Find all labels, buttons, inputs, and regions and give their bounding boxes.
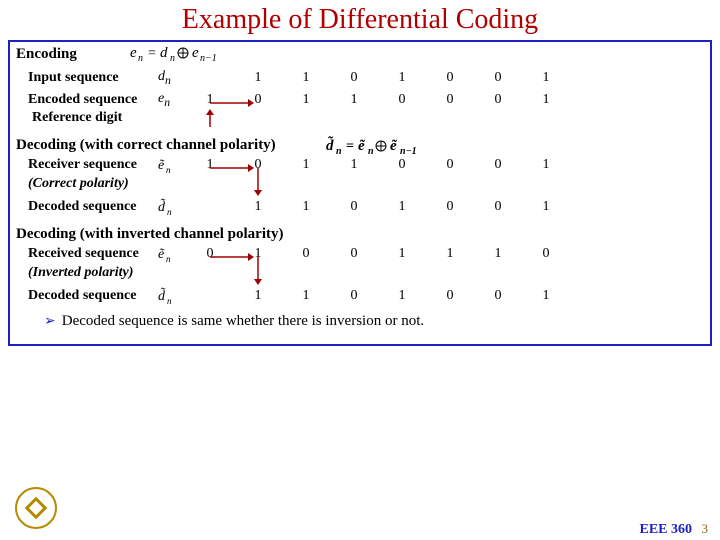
page-title: Example of Differential Coding <box>0 0 720 40</box>
svg-text:e: e <box>192 45 199 61</box>
input-sequence-row: Input sequence dn 1 1 0 1 0 0 1 <box>16 67 704 89</box>
svg-text:n−1: n−1 <box>200 53 217 63</box>
svg-text:ẽ: ẽ <box>390 138 398 154</box>
received-bits: 0 1 0 0 1 1 1 0 <box>186 246 704 262</box>
receiver-bits: 1 0 1 1 0 0 0 1 <box>186 157 704 173</box>
decoded-correct-row: Decoded sequence d̃n 1 1 0 1 0 0 1 <box>16 196 704 218</box>
correct-polarity-label: (Correct polarity) <box>16 176 704 196</box>
horizontal-arrow-icon <box>210 97 254 109</box>
decoded-sequence-label: Decoded sequence <box>16 288 158 304</box>
receiver-sequence-label: Receiver sequence <box>16 157 158 173</box>
svg-text:e: e <box>130 45 137 61</box>
d-tilde-symbol: d̃n <box>158 287 186 305</box>
decoded-sequence-label: Decoded sequence <box>16 199 158 215</box>
receiver-sequence-row: Receiver sequence ẽn 1 0 1 1 0 0 0 1 <box>16 154 704 176</box>
reference-digit-label: Reference digit <box>16 111 704 129</box>
svg-text:n: n <box>138 53 143 63</box>
svg-text:ẽ: ẽ <box>158 158 165 173</box>
decoded-inverted-row: Decoded sequence d̃n 1 1 0 1 0 0 1 <box>16 285 704 307</box>
svg-text:ẽ: ẽ <box>358 138 366 154</box>
conclusion-bullet: ➢Decoded sequence is same whether there … <box>16 313 704 330</box>
input-bits: 1 1 0 1 0 0 1 <box>186 70 704 86</box>
down-arrow-icon <box>253 168 263 198</box>
encoded-bits: 1 0 1 1 0 0 0 1 <box>186 92 704 108</box>
svg-text:n: n <box>167 296 172 305</box>
d-tilde-symbol: d̃n <box>158 198 186 216</box>
encoded-symbol: en <box>158 91 186 109</box>
bullet-triangle-icon: ➢ <box>16 314 62 329</box>
course-code: EEE 360 <box>639 522 692 537</box>
svg-text:n: n <box>166 165 171 174</box>
svg-text:=: = <box>346 139 354 154</box>
encoded-sequence-label: Encoded sequence <box>16 92 158 108</box>
svg-text:d̃: d̃ <box>158 198 166 215</box>
encode-equation-icon: e n = d n e n−1 <box>130 43 240 63</box>
svg-text:n−1: n−1 <box>400 146 417 157</box>
reference-arrow-icon <box>205 109 215 127</box>
decoded-correct-bits: 1 1 0 1 0 0 1 <box>186 199 704 215</box>
e-tilde-symbol: ẽn <box>158 245 186 263</box>
decode-equation-icon: d̃ n = ẽ n ẽ n−1 <box>326 135 446 157</box>
e-tilde-symbol: ẽn <box>158 156 186 174</box>
horizontal-arrow-icon <box>210 251 254 263</box>
inverted-polarity-label: (Inverted polarity) <box>16 265 704 285</box>
svg-text:d̃: d̃ <box>158 287 166 304</box>
svg-text:n: n <box>336 146 342 157</box>
received-sequence-label: Received sequence <box>16 246 158 262</box>
svg-text:d̃: d̃ <box>326 136 334 154</box>
svg-text:n: n <box>368 146 374 157</box>
footer: EEE 360 3 <box>639 521 708 538</box>
decoding-inverted-header: Decoding (with inverted channel polarity… <box>16 226 704 243</box>
input-symbol: dn <box>158 69 186 87</box>
svg-text:n: n <box>166 254 171 263</box>
decoding-correct-header: Decoding (with correct channel polarity)… <box>16 137 704 154</box>
received-sequence-row: Received sequence ẽn 0 1 0 0 1 1 1 0 <box>16 243 704 265</box>
encoding-header: Encoding <box>16 46 704 63</box>
svg-text:n: n <box>170 53 175 63</box>
horizontal-arrow-icon <box>210 162 254 174</box>
svg-text:=: = <box>148 46 156 61</box>
institution-logo-icon <box>14 486 58 530</box>
content-frame: Encoding e n = d n e n−1 Input sequence … <box>8 40 712 346</box>
svg-text:ẽ: ẽ <box>158 247 165 262</box>
svg-text:n: n <box>167 207 172 216</box>
down-arrow-icon <box>253 257 263 287</box>
encoded-sequence-row: Encoded sequence en 1 0 1 1 0 0 0 1 <box>16 89 704 111</box>
page-number: 3 <box>696 521 709 536</box>
decoded-inverted-bits: 1 1 0 1 0 0 1 <box>186 288 704 304</box>
svg-text:d: d <box>160 45 168 61</box>
input-sequence-label: Input sequence <box>16 70 158 86</box>
